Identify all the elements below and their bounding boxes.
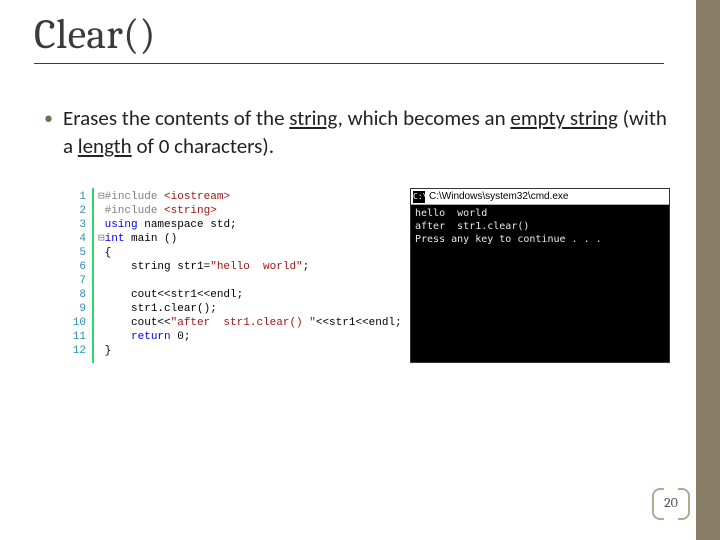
line-number: 1 bbox=[60, 190, 86, 204]
console-body: hello world after str1.clear() Press any… bbox=[411, 205, 669, 362]
code-token: <<str1<<endl; bbox=[316, 317, 402, 329]
bullet-seg-underline: string bbox=[289, 105, 337, 131]
page-number: 20 bbox=[664, 494, 678, 511]
line-number: 12 bbox=[60, 344, 86, 358]
code-token: string str1= bbox=[105, 261, 211, 273]
code-body: ⊟#include <iostream> #include <string> u… bbox=[94, 188, 402, 363]
bullet-seg: Erases the contents of the bbox=[63, 105, 289, 131]
code-token: namespace std; bbox=[138, 219, 237, 231]
bullet-dot-icon: • bbox=[44, 104, 53, 160]
code-token: main () bbox=[124, 233, 177, 245]
bullet-seg: of 0 characters). bbox=[132, 133, 274, 159]
bullet-seg-underline: empty string bbox=[510, 105, 618, 131]
code-token: { bbox=[105, 247, 112, 259]
line-number: 6 bbox=[60, 260, 86, 274]
code-token: "after str1.clear() " bbox=[171, 317, 316, 329]
code-gutter: 1 2 3 4 5 6 7 8 9 10 11 12 bbox=[60, 188, 94, 363]
accent-bar bbox=[696, 0, 720, 540]
code-token: <iostream> bbox=[157, 191, 230, 203]
fold-icon: ⊟ bbox=[98, 191, 105, 203]
cmd-icon: C:\ bbox=[413, 191, 425, 203]
code-token: ; bbox=[303, 261, 310, 273]
console-titlebar: C:\ C:\Windows\system32\cmd.exe bbox=[411, 189, 669, 205]
bracket-right-icon bbox=[678, 488, 690, 520]
line-number: 8 bbox=[60, 288, 86, 302]
code-token: using bbox=[105, 219, 138, 231]
code-token: #include bbox=[105, 205, 158, 217]
bracket-left-icon bbox=[652, 488, 664, 520]
code-token: <string> bbox=[157, 205, 216, 217]
line-number: 4 bbox=[60, 232, 86, 246]
code-token: cout<<str1<<endl; bbox=[105, 289, 244, 301]
code-token: } bbox=[105, 345, 112, 357]
line-number: 2 bbox=[60, 204, 86, 218]
code-token: str1.clear(); bbox=[105, 303, 217, 315]
console-line: Press any key to continue . . . bbox=[415, 234, 602, 245]
line-number: 5 bbox=[60, 246, 86, 260]
code-token: cout<< bbox=[105, 317, 171, 329]
console-title-text: C:\Windows\system32\cmd.exe bbox=[429, 191, 569, 202]
slide-title: Clear() bbox=[34, 10, 664, 64]
line-number: 9 bbox=[60, 302, 86, 316]
bullet-item: • Erases the contents of the string, whi… bbox=[44, 104, 669, 160]
console-line: hello world bbox=[415, 208, 487, 219]
code-editor: 1 2 3 4 5 6 7 8 9 10 11 12 ⊟#include <io… bbox=[60, 188, 410, 363]
content-row: 1 2 3 4 5 6 7 8 9 10 11 12 ⊟#include <io… bbox=[60, 188, 670, 363]
page-number-badge: 20 bbox=[652, 488, 690, 516]
line-number: 7 bbox=[60, 274, 86, 288]
console-line: after str1.clear() bbox=[415, 221, 529, 232]
code-token: return bbox=[131, 331, 171, 343]
bullet-text: Erases the contents of the string, which… bbox=[63, 104, 669, 160]
console-window: C:\ C:\Windows\system32\cmd.exe hello wo… bbox=[410, 188, 670, 363]
line-number: 3 bbox=[60, 218, 86, 232]
code-token: "hello world" bbox=[210, 261, 302, 273]
line-number: 11 bbox=[60, 330, 86, 344]
bullet-seg-underline: length bbox=[78, 133, 132, 159]
code-token: int bbox=[105, 233, 125, 245]
code-token: 0; bbox=[171, 331, 191, 343]
code-token: #include bbox=[105, 191, 158, 203]
fold-icon: ⊟ bbox=[98, 233, 105, 245]
bullet-seg: , which becomes an bbox=[338, 105, 511, 131]
slide: Clear() • Erases the contents of the str… bbox=[0, 0, 720, 540]
line-number: 10 bbox=[60, 316, 86, 330]
